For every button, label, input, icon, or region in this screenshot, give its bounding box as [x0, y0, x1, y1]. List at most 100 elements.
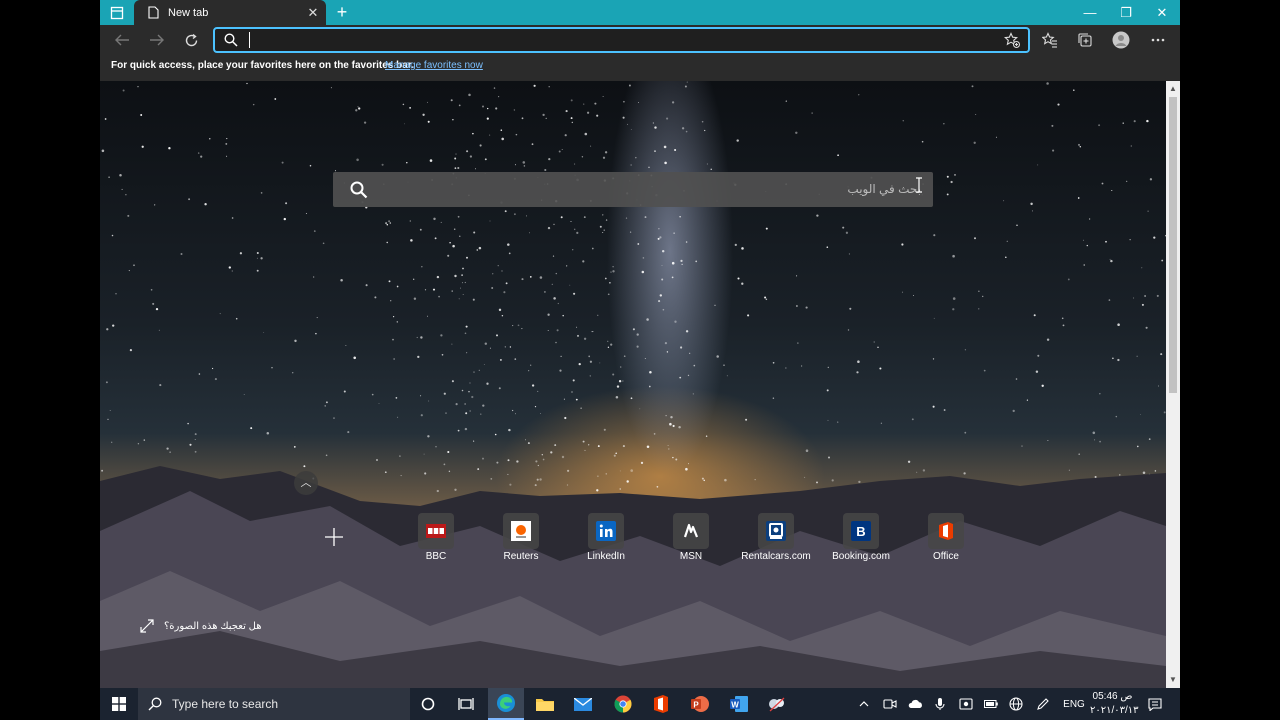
svg-text:B: B	[856, 524, 865, 539]
battery-icon	[984, 700, 998, 708]
quick-link-booking[interactable]: B Booking.com	[825, 513, 897, 569]
windows-logo-icon	[112, 697, 126, 711]
quick-link-bbc[interactable]: BBC	[400, 513, 472, 569]
task-view-button[interactable]	[448, 688, 484, 720]
notifications-button[interactable]	[1144, 688, 1166, 720]
search-icon	[224, 33, 238, 47]
favorites-bar-message: For quick access, place your favorites h…	[111, 60, 414, 71]
more-options-icon	[1151, 38, 1165, 42]
quick-link-linkedin[interactable]: LinkedIn	[570, 513, 642, 569]
profile-button[interactable]	[1111, 30, 1131, 50]
address-bar[interactable]	[213, 27, 1030, 53]
back-arrow-icon	[115, 34, 129, 46]
microphone-icon	[935, 698, 945, 710]
quick-link-label: MSN	[679, 551, 703, 562]
meet-now-tray[interactable]	[880, 688, 900, 720]
vertical-scrollbar[interactable]: ▲ ▼	[1166, 81, 1180, 688]
quick-link-label: Rentalcars.com	[741, 551, 811, 562]
collections-button[interactable]	[1075, 30, 1095, 50]
quick-link-reuters[interactable]: Reuters	[485, 513, 557, 569]
minimize-icon[interactable]: —	[1072, 0, 1108, 25]
pen-tray[interactable]	[1032, 688, 1054, 720]
back-button[interactable]	[112, 31, 132, 49]
linkedin-icon	[588, 513, 624, 549]
screen-capture-tray[interactable]	[955, 688, 977, 720]
scroll-up-icon[interactable]: ▲	[1166, 83, 1180, 95]
chrome-button[interactable]	[605, 688, 641, 720]
microphone-tray[interactable]	[930, 688, 950, 720]
manage-favorites-link[interactable]: Manage favorites now	[385, 60, 483, 71]
image-feedback[interactable]: هل تعجبك هذه الصورة؟	[140, 617, 262, 635]
edge-taskbar-button[interactable]	[488, 688, 524, 720]
screen-capture-icon	[959, 698, 973, 710]
quick-link-msn[interactable]: MSN	[655, 513, 727, 569]
quick-link-label: BBC	[425, 551, 447, 562]
letterbox-left	[0, 0, 100, 720]
battery-tray[interactable]	[980, 688, 1002, 720]
mail-button[interactable]	[565, 688, 601, 720]
web-search-box[interactable]: بحث في الويب	[333, 172, 933, 207]
search-icon	[350, 181, 368, 199]
image-feedback-text: هل تعجبك هذه الصورة؟	[164, 620, 262, 632]
taskbar: Type here to search P W ENG 05:46 ص ٢٠٢١…	[100, 688, 1180, 720]
quick-link-rentalcars[interactable]: Rentalcars.com	[740, 513, 812, 569]
web-search-placeholder: بحث في الويب	[847, 182, 921, 196]
restore-icon[interactable]: ❐	[1108, 0, 1144, 25]
powerpoint-button[interactable]: P	[682, 688, 718, 720]
add-favorite-icon[interactable]	[1004, 32, 1020, 48]
start-button[interactable]	[100, 688, 138, 720]
word-icon: W	[730, 696, 748, 712]
clock-date: ٢٠٢١/٠٣/١٣	[1090, 705, 1139, 716]
office-icon	[928, 513, 964, 549]
close-window-icon[interactable]: ✕	[1144, 0, 1180, 25]
tab-new-tab[interactable]: New tab ✕	[134, 0, 326, 25]
avatar-icon	[1112, 31, 1130, 49]
quick-link-label: Booking.com	[832, 551, 890, 562]
tab-title: New tab	[168, 6, 209, 19]
file-explorer-button[interactable]	[527, 688, 563, 720]
cortana-button[interactable]	[410, 688, 446, 720]
snipping-tool-button[interactable]	[759, 688, 795, 720]
forward-button[interactable]	[147, 31, 167, 49]
forward-arrow-icon	[150, 34, 164, 46]
window-controls: — ❐ ✕	[1072, 0, 1180, 25]
favorites-icon	[1042, 32, 1057, 48]
browser-window: New tab ✕ + — ❐ ✕ For quick access, plac…	[100, 0, 1180, 688]
background-stars	[101, 81, 1166, 493]
clock-time: 05:46 ص	[1092, 691, 1133, 702]
add-site-icon[interactable]	[324, 527, 344, 547]
taskbar-clock[interactable]: 05:46 ص ٢٠٢١/٠٣/١٣	[1090, 690, 1139, 718]
msn-icon	[673, 513, 709, 549]
refresh-button[interactable]	[181, 31, 201, 49]
favorites-button[interactable]	[1040, 30, 1060, 50]
powerpoint-icon: P	[691, 696, 709, 712]
new-tab-button[interactable]: +	[332, 2, 352, 22]
quick-links: BBC Reuters LinkedIn MSN Rentalcars.com …	[400, 513, 964, 573]
snipping-tool-icon	[769, 697, 785, 712]
language-indicator[interactable]: ENG	[1060, 688, 1088, 720]
quick-link-office[interactable]: Office	[910, 513, 982, 569]
bbc-icon	[418, 513, 454, 549]
scrollbar-thumb[interactable]	[1169, 97, 1177, 393]
taskbar-search-box[interactable]: Type here to search	[138, 688, 410, 720]
settings-menu-button[interactable]	[1148, 30, 1168, 50]
show-hidden-icons-button[interactable]	[855, 688, 873, 720]
onedrive-cloud-icon	[908, 699, 922, 708]
mail-icon	[574, 697, 592, 711]
tab-actions-button[interactable]	[108, 4, 126, 21]
onedrive-tray[interactable]	[904, 688, 926, 720]
word-button[interactable]: W	[721, 688, 757, 720]
globe-icon	[1009, 697, 1023, 711]
new-tab-page: بحث في الويب ︿ BBC Reuters LinkedIn MSN …	[100, 81, 1166, 688]
scroll-down-icon[interactable]: ▼	[1166, 674, 1180, 686]
office-taskbar-button[interactable]	[643, 688, 679, 720]
collapse-quick-links-button[interactable]: ︿	[294, 471, 318, 495]
office-icon	[654, 695, 668, 713]
taskbar-search-placeholder: Type here to search	[172, 697, 279, 711]
close-tab-icon[interactable]: ✕	[304, 5, 322, 21]
network-tray[interactable]	[1005, 688, 1027, 720]
expand-icon	[140, 619, 154, 633]
reuters-icon	[503, 513, 539, 549]
chrome-icon	[614, 695, 632, 713]
chevron-up-icon: ︿	[300, 477, 312, 489]
